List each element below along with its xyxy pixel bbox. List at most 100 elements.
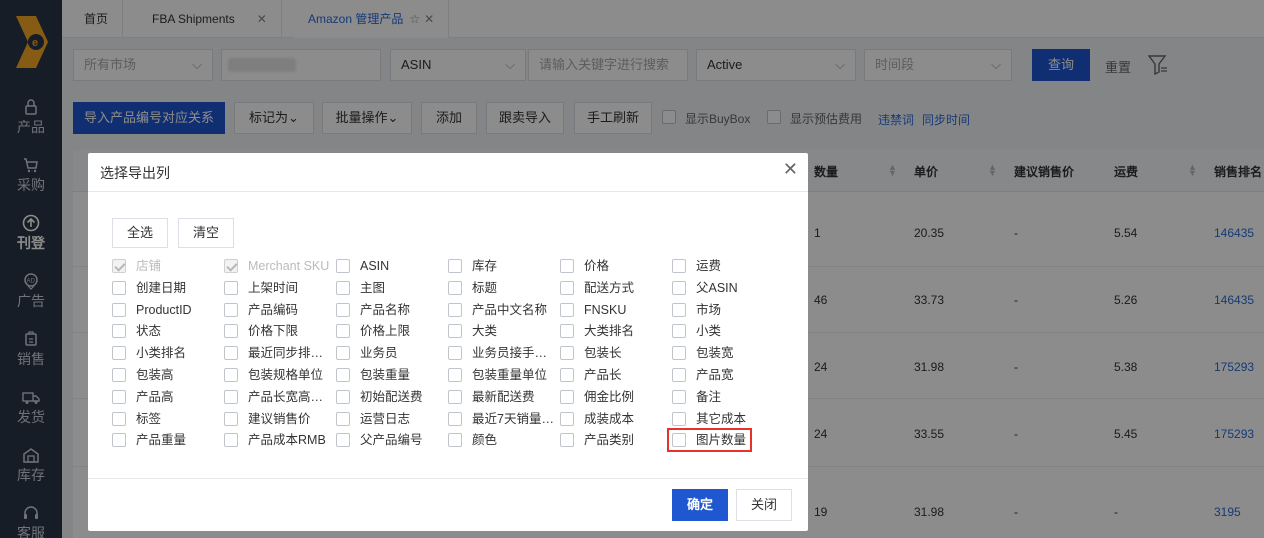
column-checkbox[interactable]: [224, 389, 238, 404]
column-checkbox[interactable]: [560, 302, 574, 317]
column-checkbox[interactable]: [560, 411, 574, 426]
column-checkbox[interactable]: [448, 411, 462, 426]
column-checkbox[interactable]: [560, 368, 574, 382]
column-option-label: 配送方式: [584, 280, 635, 295]
column-option-label: 产品中文名称: [472, 302, 548, 317]
column-checkbox[interactable]: [336, 259, 350, 273]
column-option-label: 运营日志: [360, 411, 411, 426]
column-option-label: 小类: [696, 324, 722, 339]
column-option-label: 最新配送费: [472, 389, 535, 404]
column-checkbox[interactable]: [448, 433, 462, 448]
export-columns-dialog: 选择导出列 ✕ 全选 清空 店铺 Merchant SKU ASIN 库存 价格 运费 创建…: [88, 153, 808, 531]
column-checkbox[interactable]: [112, 302, 126, 317]
divider: [88, 191, 808, 192]
column-checkbox[interactable]: [560, 280, 574, 295]
column-checkbox[interactable]: [448, 280, 462, 295]
column-checkbox[interactable]: [112, 280, 126, 295]
column-checkbox[interactable]: [560, 389, 574, 404]
column-option-label: 大类: [472, 324, 498, 339]
column-option-label: 店铺: [136, 259, 162, 273]
close-button[interactable]: 关闭: [736, 489, 792, 521]
column-option-label: 产品长: [584, 368, 622, 382]
column-checkbox[interactable]: [224, 324, 238, 339]
divider: [88, 478, 808, 479]
column-option-label: 上架时间: [248, 280, 299, 295]
column-option-label: 价格下限: [248, 324, 299, 339]
column-option-label: 运费: [696, 259, 722, 273]
column-option-label: 建议销售价: [248, 411, 311, 426]
column-option-label: Merchant SKU: [248, 259, 330, 273]
column-option-label: 市场: [696, 302, 722, 317]
column-option-label: 成装成本: [584, 411, 635, 426]
column-checkbox[interactable]: [672, 302, 686, 317]
column-option-label: 最近同步排…: [248, 346, 324, 361]
column-option-label: 产品高: [136, 389, 174, 404]
column-option-label: 价格上限: [360, 324, 411, 339]
column-checkbox[interactable]: [112, 389, 126, 404]
column-checkbox[interactable]: [448, 324, 462, 339]
highlight-box: [667, 428, 752, 452]
column-option-label: 状态: [136, 324, 162, 339]
column-checkbox[interactable]: [672, 368, 686, 382]
column-checkbox[interactable]: [224, 302, 238, 317]
column-option-label: 包装高: [136, 368, 174, 382]
select-all-button[interactable]: 全选: [112, 218, 168, 248]
column-checkbox[interactable]: [448, 302, 462, 317]
column-checkbox[interactable]: [560, 324, 574, 339]
column-option-label: 标签: [136, 411, 162, 426]
column-checkbox[interactable]: [672, 389, 686, 404]
column-checkbox[interactable]: [224, 280, 238, 295]
column-option-label: 产品重量: [136, 433, 187, 448]
column-checkbox[interactable]: [448, 368, 462, 382]
column-checkbox[interactable]: [560, 259, 574, 273]
column-option-label: 产品编码: [248, 302, 299, 317]
column-checkbox[interactable]: [112, 411, 126, 426]
column-checkbox[interactable]: [336, 280, 350, 295]
column-option-label: 包装规格单位: [248, 368, 324, 382]
column-option-label: 创建日期: [136, 280, 187, 295]
column-option-label: 佣金比例: [584, 389, 635, 404]
column-option-label: 标题: [472, 280, 498, 295]
column-checkbox[interactable]: [336, 302, 350, 317]
column-checkbox[interactable]: [448, 346, 462, 361]
column-checkbox[interactable]: [672, 259, 686, 273]
column-checkbox[interactable]: [224, 346, 238, 361]
column-checkbox[interactable]: [448, 259, 462, 273]
column-option-label: 颜色: [472, 433, 498, 448]
clear-button[interactable]: 清空: [178, 218, 234, 248]
column-checkbox[interactable]: [112, 433, 126, 448]
column-option-label: 价格: [584, 259, 610, 273]
column-checkbox[interactable]: [672, 411, 686, 426]
confirm-button[interactable]: 确定: [672, 489, 728, 521]
column-checkbox[interactable]: [560, 346, 574, 361]
column-option-label: 包装重量: [360, 368, 411, 382]
column-checkbox[interactable]: [336, 389, 350, 404]
column-checkbox[interactable]: [224, 433, 238, 448]
column-checkbox[interactable]: [336, 411, 350, 426]
column-option-label: 父产品编号: [360, 433, 423, 448]
column-checkbox[interactable]: [112, 368, 126, 382]
column-option-label: ProductID: [136, 302, 192, 317]
column-checkbox[interactable]: [336, 433, 350, 448]
column-checkbox[interactable]: [224, 411, 238, 426]
column-option-label: 备注: [696, 389, 722, 404]
column-checkbox[interactable]: [448, 389, 462, 404]
close-icon[interactable]: ✕: [783, 159, 798, 180]
column-checkbox[interactable]: [336, 368, 350, 382]
column-option-label: 产品宽: [696, 368, 734, 382]
column-option-label: 大类排名: [584, 324, 635, 339]
column-checkbox[interactable]: [112, 346, 126, 361]
column-checkbox[interactable]: [560, 433, 574, 448]
dialog-title: 选择导出列: [100, 165, 170, 181]
column-option-label: 包装长: [584, 346, 622, 361]
column-checkbox[interactable]: [672, 346, 686, 361]
column-option-label: 产品成本RMB: [248, 433, 326, 448]
column-checkbox[interactable]: [336, 324, 350, 339]
column-checkbox[interactable]: [224, 368, 238, 382]
column-checkbox[interactable]: [336, 346, 350, 361]
column-option-label: 小类排名: [136, 346, 187, 361]
column-checkbox[interactable]: [672, 324, 686, 339]
column-option-label: 最近7天销量…: [472, 411, 554, 426]
column-checkbox[interactable]: [672, 280, 686, 295]
column-checkbox[interactable]: [112, 324, 126, 339]
